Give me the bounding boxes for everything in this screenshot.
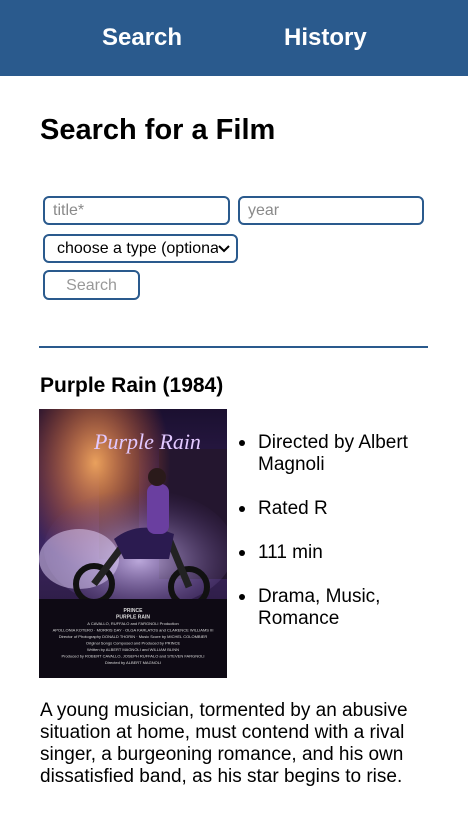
poster-credit-line: Directed by ALBERT MAGNOLI xyxy=(105,660,161,665)
poster-credit-line: PRINCE xyxy=(124,608,144,614)
poster-credit-line: Written by ALBERT MAGNOLI and WILLIAM BL… xyxy=(87,647,179,652)
nav-search-link[interactable]: Search xyxy=(102,24,182,52)
poster-credit-line: Director of Photography DONALD THORIN · … xyxy=(59,634,208,639)
title-input[interactable] xyxy=(43,196,230,225)
poster-credit-line: PURPLE RAIN xyxy=(116,615,150,621)
poster-credit-line: A CAVALLO, RUFFALO and FARGNOLI Producti… xyxy=(87,621,178,626)
film-poster: Purple Rain PRINCE PURPLE RAIN A CAVALLO, … xyxy=(39,409,227,678)
detail-runtime: 111 min xyxy=(238,542,438,564)
year-input[interactable] xyxy=(238,196,424,225)
film-heading: Purple Rain (1984) xyxy=(40,374,224,397)
nav-history-link[interactable]: History xyxy=(284,24,367,52)
top-nav: Search History xyxy=(0,0,468,76)
search-button[interactable]: Search xyxy=(43,270,140,300)
poster-credit-line: APOLLONIA KOTERO · MORRIS DAY · OLGA KAR… xyxy=(53,628,214,633)
type-select[interactable]: choose a type (optional) xyxy=(43,234,238,263)
chevron-down-icon xyxy=(218,242,236,256)
page-title: Search for a Film xyxy=(40,114,276,146)
divider xyxy=(39,346,428,348)
poster-title-art: Purple Rain xyxy=(93,429,201,454)
detail-director: Directed by Albert Magnoli xyxy=(238,432,438,476)
poster-credit-line: Produced by ROBERT CAVALLO, JOSEPH RUFFA… xyxy=(61,654,204,659)
detail-genre: Drama, Music, Romance xyxy=(238,586,438,630)
detail-rating: Rated R xyxy=(238,498,438,520)
film-plot: A young musician, tormented by an abusiv… xyxy=(40,700,408,787)
film-details-list: Directed by Albert Magnoli Rated R 111 m… xyxy=(238,432,438,652)
poster-credit-line: Original Songs Composed and Produced by … xyxy=(86,641,181,646)
type-select-value: choose a type (optional) xyxy=(57,239,218,257)
